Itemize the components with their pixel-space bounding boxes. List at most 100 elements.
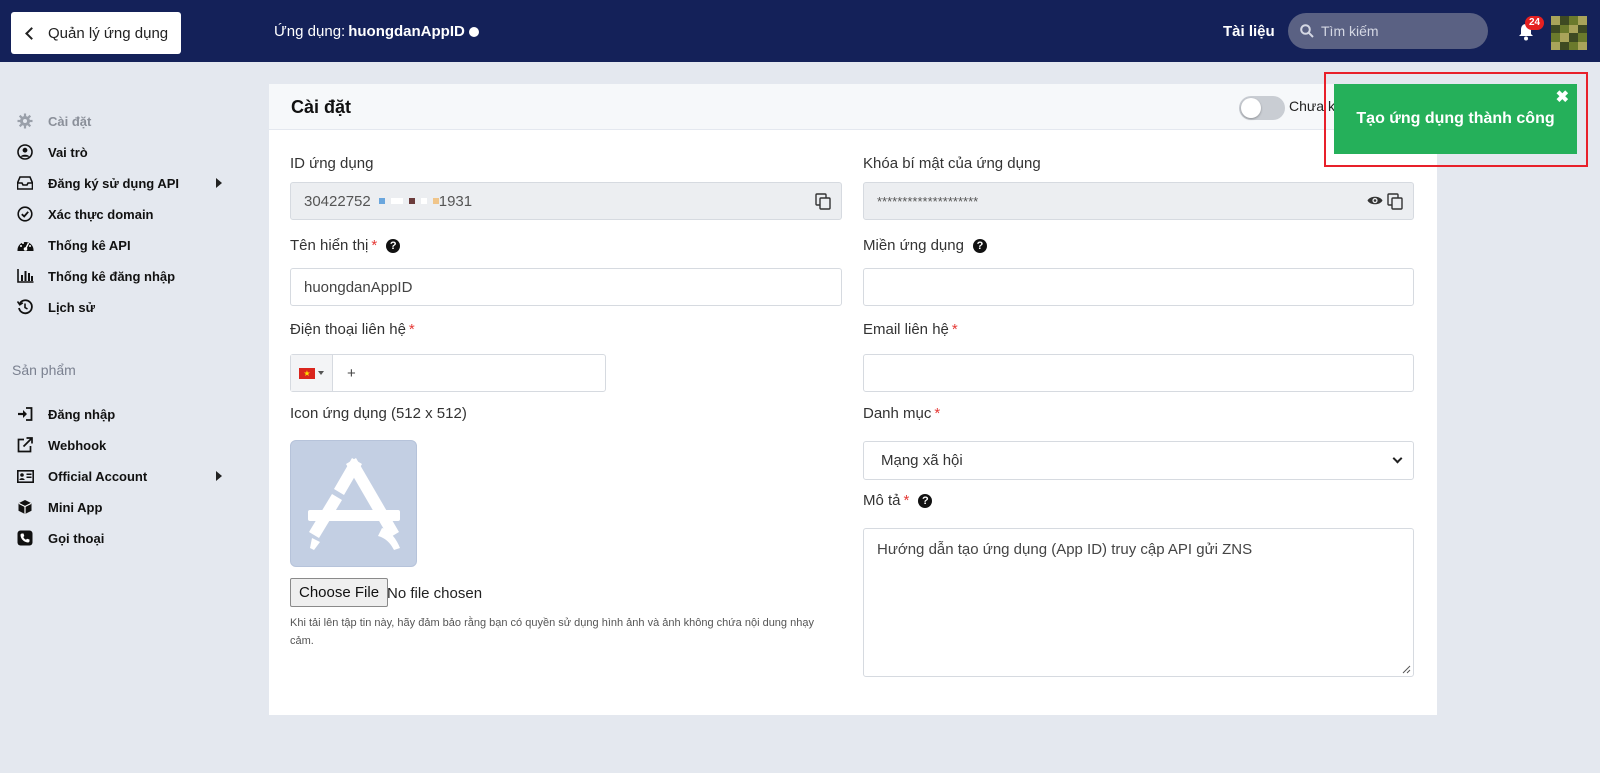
secret-label-text: Khóa bí mật của ứng dụng xyxy=(863,155,1041,172)
sidebar-item-label: Thống kê API xyxy=(48,237,131,253)
secret-value: ******************** xyxy=(877,193,979,209)
display-name-label-text: Tên hiển thị xyxy=(290,237,369,254)
app-icon-preview xyxy=(290,440,417,567)
secret-field: ******************** xyxy=(863,182,1414,220)
sidebar-item-roles[interactable]: Vai trò xyxy=(16,143,88,161)
user-circle-icon xyxy=(16,143,34,161)
description-textarea[interactable]: Hướng dẫn tạo ứng dụng (App ID) truy cập… xyxy=(877,541,1400,664)
phone-label-text: Điện thoại liên hệ xyxy=(290,321,406,338)
sidebar-item-api-registration[interactable]: Đăng ký sử dụng API xyxy=(16,174,179,192)
display-name-input[interactable] xyxy=(304,278,841,296)
app-id-label: ID ứng dụng xyxy=(290,155,373,172)
sidebar-item-label: Xác thực domain xyxy=(48,206,154,222)
caret-right-icon xyxy=(216,178,222,188)
phone-icon xyxy=(16,529,34,547)
search-input[interactable] xyxy=(1321,23,1471,39)
back-button-label: Quản lý ứng dụng xyxy=(48,24,169,42)
domain-label-text: Miền ứng dụng xyxy=(863,237,964,254)
toast-message: Tạo ứng dụng thành công xyxy=(1356,110,1555,127)
sidebar-item-label: Lịch sử xyxy=(48,299,95,315)
docs-link[interactable]: Tài liệu xyxy=(1223,23,1275,40)
cube-icon xyxy=(16,498,34,516)
category-label: Danh mục * xyxy=(863,405,940,422)
caret-down-icon xyxy=(318,371,324,375)
sidebar-item-official-account[interactable]: Official Account xyxy=(16,467,147,485)
vietnam-flag-icon: ★ xyxy=(299,367,315,379)
app-title: Ứng dụng: huongdanAppID xyxy=(274,23,479,40)
avatar[interactable] xyxy=(1551,16,1587,50)
sidebar-item-label: Thống kê đăng nhập xyxy=(48,268,176,284)
domain-field[interactable] xyxy=(863,268,1414,306)
category-select[interactable]: Mạng xã hội xyxy=(863,441,1414,480)
domain-label: Miền ứng dụng ? xyxy=(863,237,987,254)
required-mark: * xyxy=(903,492,910,509)
top-navbar: Quản lý ứng dụng Ứng dụng: huongdanAppID… xyxy=(0,0,1600,62)
question-circle-icon[interactable]: ? xyxy=(918,493,933,508)
app-title-prefix: Ứng dụng: xyxy=(274,23,346,40)
display-name-label: Tên hiển thị * ? xyxy=(290,237,401,254)
sidebar-item-history[interactable]: Lịch sử xyxy=(16,298,95,316)
description-label: Mô tả * ? xyxy=(863,492,933,509)
copy-icon[interactable] xyxy=(1387,193,1403,210)
card-header: Cài đặt Chưa kí xyxy=(269,84,1437,130)
search-icon xyxy=(1300,24,1314,38)
email-label: Email liên hệ * xyxy=(863,321,958,338)
copy-icon[interactable] xyxy=(815,193,831,210)
id-card-icon xyxy=(16,467,34,485)
redacted-pixel xyxy=(408,198,415,204)
required-mark: * xyxy=(408,321,415,338)
display-name-field[interactable] xyxy=(290,268,842,306)
dashboard-icon xyxy=(16,236,34,254)
app-store-icon xyxy=(307,457,400,550)
email-field[interactable] xyxy=(863,354,1414,392)
chevron-left-icon xyxy=(25,26,38,40)
description-label-text: Mô tả xyxy=(863,492,901,509)
sidebar-item-domain-verification[interactable]: Xác thực domain xyxy=(16,205,154,223)
sidebar-item-label: Đăng ký sử dụng API xyxy=(48,175,180,191)
sidebar-item-label: Gọi thoại xyxy=(48,530,105,546)
sidebar-item-api-stats[interactable]: Thống kê API xyxy=(16,236,131,254)
sidebar-item-voice-call[interactable]: Gọi thoại xyxy=(16,529,104,547)
file-status: No file chosen xyxy=(387,585,483,602)
sidebar-item-label: Webhook xyxy=(48,437,107,453)
question-circle-icon[interactable]: ? xyxy=(386,238,401,253)
required-mark: * xyxy=(934,405,941,422)
resize-handle-icon[interactable] xyxy=(1402,665,1411,674)
sidebar-item-label: Mini App xyxy=(48,499,103,515)
question-circle-icon[interactable]: ? xyxy=(972,238,987,253)
domain-input[interactable] xyxy=(877,278,1413,296)
search-box[interactable] xyxy=(1288,13,1488,49)
sidebar-item-label: Vai trò xyxy=(48,144,88,160)
description-field[interactable]: Hướng dẫn tạo ứng dụng (App ID) truy cập… xyxy=(863,528,1414,677)
phone-field[interactable]: ★ xyxy=(290,354,606,392)
sidebar-item-mini-app[interactable]: Mini App xyxy=(16,498,102,516)
products-section-title: Sản phẩm xyxy=(12,362,76,378)
redacted-pixel xyxy=(378,198,385,204)
sidebar-item-label: Cài đặt xyxy=(48,113,92,129)
page-title: Cài đặt xyxy=(291,97,352,117)
close-icon[interactable]: ✖ xyxy=(1556,90,1569,106)
check-circle-icon xyxy=(16,205,34,223)
status-toggle[interactable] xyxy=(1239,96,1285,120)
back-to-app-management-button[interactable]: Quản lý ứng dụng xyxy=(11,12,181,54)
app-id-field: 30422752 1931 xyxy=(290,182,842,220)
sidebar-item-settings[interactable]: Cài đặt xyxy=(16,112,91,130)
email-input[interactable] xyxy=(877,364,1413,382)
phone-input[interactable] xyxy=(347,364,605,382)
required-mark: * xyxy=(951,321,958,338)
sidebar-item-login-stats[interactable]: Thống kê đăng nhập xyxy=(16,267,175,285)
sidebar-item-login[interactable]: Đăng nhập xyxy=(16,405,115,423)
sidebar-item-webhook[interactable]: Webhook xyxy=(16,436,106,454)
category-label-text: Danh mục xyxy=(863,405,932,422)
chevron-down-icon xyxy=(1392,453,1403,464)
phone-label: Điện thoại liên hệ * xyxy=(290,321,415,338)
success-toast: Tạo ứng dụng thành công ✖ xyxy=(1334,84,1577,154)
choose-file-button[interactable]: Choose File xyxy=(290,578,389,607)
icon-label: Icon ứng dụng (512 x 512) xyxy=(290,405,467,422)
eye-icon[interactable] xyxy=(1367,195,1383,206)
country-code-selector[interactable]: ★ xyxy=(291,355,333,391)
app-id-suffix: 1931 xyxy=(438,192,473,210)
category-selected-value: Mạng xã hội xyxy=(881,452,963,469)
sign-in-icon xyxy=(16,405,34,423)
gear-icon xyxy=(16,112,34,130)
